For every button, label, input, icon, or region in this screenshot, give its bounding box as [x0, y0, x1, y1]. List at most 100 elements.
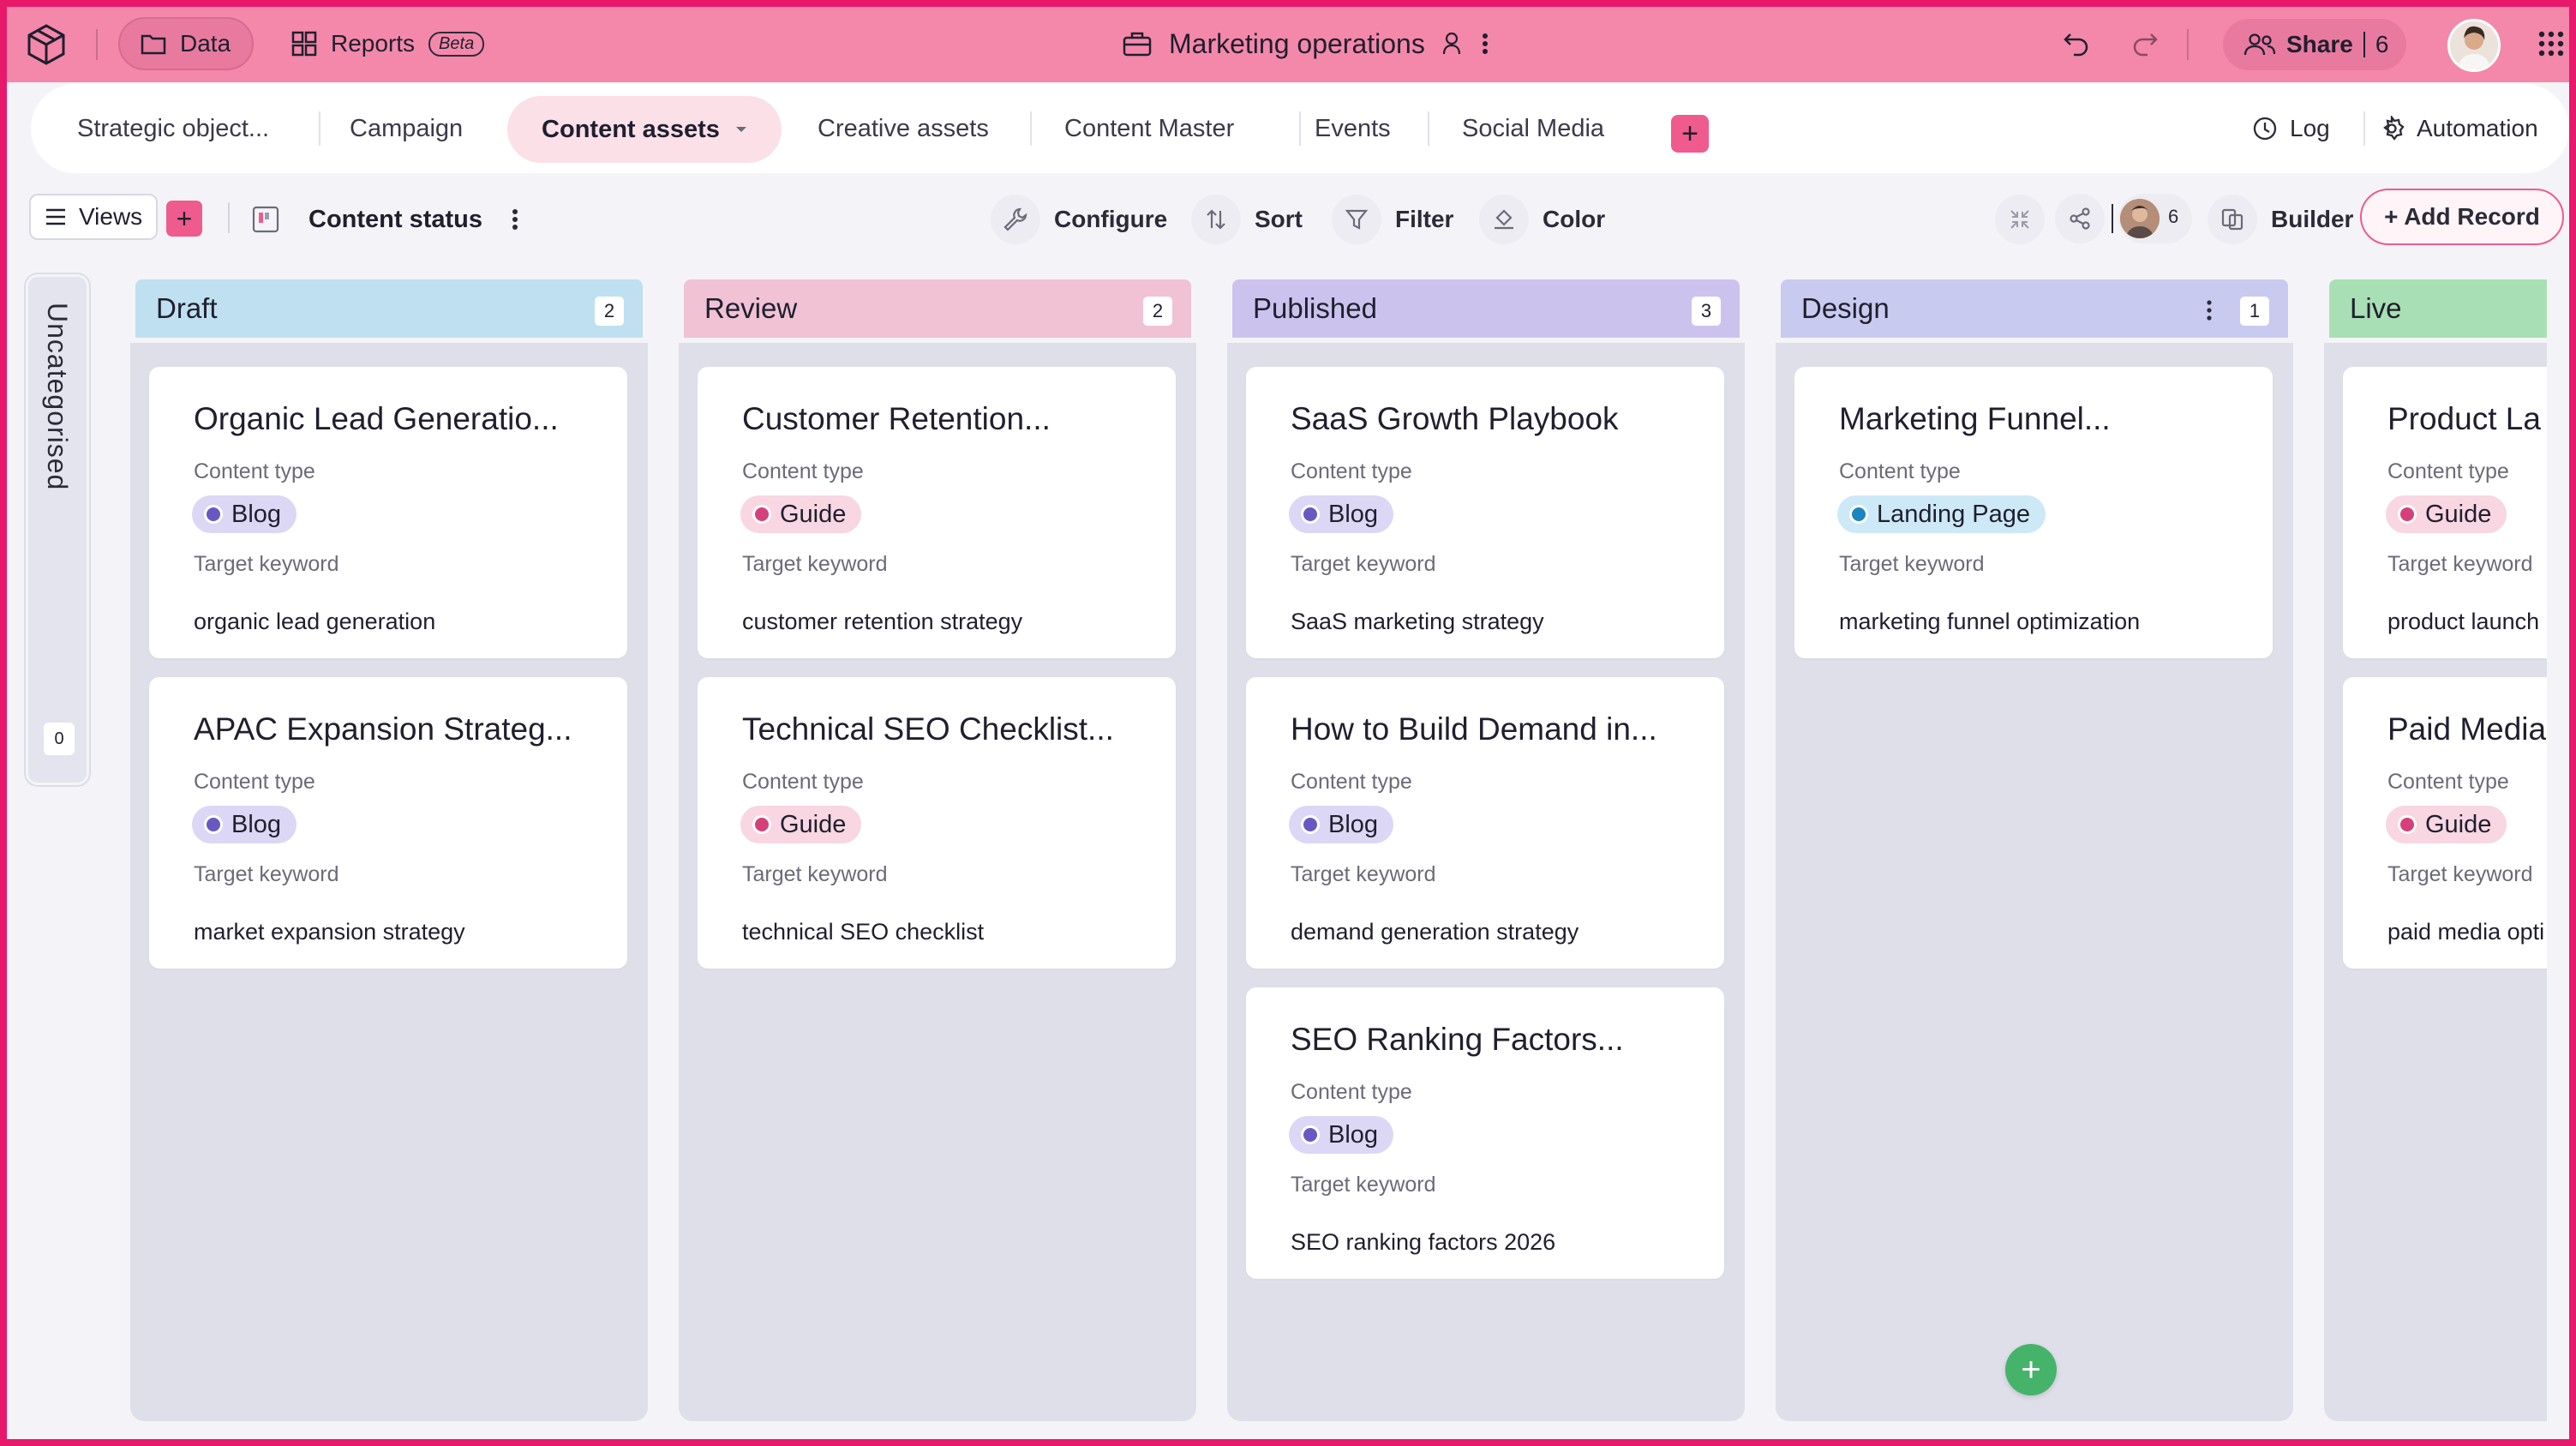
log-button[interactable]: Log — [2252, 84, 2330, 173]
status-column[interactable]: Design 1 Marketing Funnel... Content type La… — [1776, 274, 2293, 1421]
target-keyword-label: Target keyword — [742, 552, 888, 576]
current-view[interactable]: Content status — [252, 197, 518, 242]
status-column[interactable]: Published 3 SaaS Growth Playbook Content ty… — [1227, 274, 1745, 1421]
record-card[interactable]: APAC Expansion Strateg... Content type Blo… — [149, 677, 627, 969]
share-button[interactable]: Share 6 — [2223, 19, 2406, 70]
record-card[interactable]: SaaS Growth Playbook Content type Blog Targ… — [1246, 367, 1724, 658]
record-card[interactable]: SEO Ranking Factors... Content type Blog Ta… — [1246, 987, 1724, 1279]
color-button[interactable]: Color — [1479, 194, 1605, 245]
builder-icon — [2221, 208, 2244, 231]
views-label: Views — [79, 203, 143, 230]
collaborators[interactable]: 6 — [2055, 194, 2192, 245]
record-card[interactable]: How to Build Demand in... Content type Blo… — [1246, 677, 1724, 969]
content-type-badge: Blog — [192, 806, 297, 843]
filter-label: Filter — [1395, 206, 1454, 232]
status-column[interactable]: Draft 2 Organic Lead Generatio... Content t… — [130, 274, 648, 1421]
color-label: Color — [1543, 206, 1606, 232]
log-label: Log — [2290, 115, 2330, 141]
filter-icon — [1345, 209, 1369, 230]
record-card[interactable]: Technical SEO Checklist... Content type Gu… — [698, 677, 1176, 969]
nav-data-button[interactable]: Data — [118, 17, 254, 70]
compact-view-button[interactable] — [1995, 194, 2045, 245]
status-dot-icon — [1849, 505, 1868, 524]
content-type-value: Blog — [1328, 1120, 1379, 1149]
status-dot-icon — [2398, 815, 2417, 834]
apps-grid-icon[interactable] — [2538, 31, 2564, 57]
column-header[interactable]: Design 1 — [1776, 274, 2293, 343]
filter-button[interactable]: Filter — [1332, 194, 1453, 245]
status-column[interactable]: Live Product La Content type Guide Target ke… — [2324, 274, 2547, 1421]
tab-label: Content Master — [1064, 114, 1235, 142]
add-record-button[interactable]: + Add Record — [2360, 189, 2564, 245]
more-vertical-icon[interactable] — [2206, 298, 2213, 322]
column-header[interactable]: Review 2 — [679, 274, 1196, 343]
sort-label: Sort — [1255, 206, 1303, 232]
share-network-icon[interactable] — [2055, 194, 2105, 243]
user-avatar[interactable] — [2447, 19, 2501, 72]
tab-creative-assets[interactable]: Creative assets — [818, 84, 989, 173]
redo-icon[interactable] — [2130, 29, 2160, 58]
workspace-title[interactable]: Marketing operations — [1123, 17, 1489, 70]
caret-down-icon[interactable] — [735, 125, 747, 134]
status-dot-icon — [1301, 815, 1320, 834]
views-button[interactable]: Views — [29, 194, 158, 240]
undo-icon[interactable] — [2062, 29, 2091, 58]
column-header[interactable]: Draft 2 — [130, 274, 648, 343]
add-card-button[interactable]: + — [2005, 1344, 2057, 1395]
column-count: 3 — [1692, 297, 1721, 326]
content-type-value: Blog — [231, 500, 282, 528]
column-header[interactable]: Live — [2324, 274, 2547, 343]
target-keyword-value: paid media opti — [2387, 919, 2545, 945]
tab-social-media[interactable]: Social Media — [1462, 84, 1604, 173]
target-keyword-label: Target keyword — [1291, 552, 1436, 576]
builder-button[interactable]: Builder — [2208, 194, 2353, 245]
collaborator-avatar — [2120, 199, 2160, 238]
share-count: 6 — [2375, 31, 2389, 57]
uncategorised-column[interactable]: Uncategorised 0 — [26, 274, 89, 785]
app-logo-icon[interactable] — [26, 22, 67, 67]
column-count: 2 — [595, 297, 624, 326]
record-card[interactable]: Organic Lead Generatio... Content type Blo… — [149, 367, 627, 658]
content-type-badge: Guide — [740, 806, 862, 843]
status-dot-icon — [2398, 505, 2417, 524]
tab-content-assets[interactable]: Content assets — [507, 96, 782, 163]
record-card[interactable]: Paid Media Content type Guide Target keywor… — [2343, 677, 2547, 969]
content-type-value: Guide — [780, 500, 847, 528]
tab-events[interactable]: Events — [1315, 84, 1391, 173]
configure-button[interactable]: Configure — [991, 194, 1167, 245]
content-type-badge: Landing Page — [1837, 495, 2046, 533]
card-title: Customer Retention... — [742, 401, 1051, 436]
divider — [1428, 111, 1429, 146]
more-vertical-icon[interactable] — [1482, 32, 1489, 56]
record-card[interactable]: Product La Content type Guide Target keywor… — [2343, 367, 2547, 658]
briefcase-icon — [1123, 32, 1152, 57]
tab-label: Events — [1315, 114, 1391, 142]
add-view-button[interactable]: + — [166, 201, 202, 237]
tab-strategic-objectives[interactable]: Strategic object... — [77, 84, 269, 173]
content-type-label: Content type — [1839, 459, 1961, 483]
content-type-label: Content type — [2387, 459, 2509, 483]
divider — [1030, 111, 1032, 146]
target-keyword-value: SEO ranking factors 2026 — [1291, 1229, 1556, 1255]
user-settings-icon[interactable] — [1442, 32, 1465, 56]
sort-button[interactable]: Sort — [1191, 194, 1303, 245]
view-name: Content status — [309, 205, 482, 233]
add-table-button[interactable]: + — [1671, 115, 1709, 153]
folder-icon — [141, 34, 166, 55]
content-type-value: Guide — [2425, 500, 2492, 528]
nav-reports-button[interactable]: Reports Beta — [291, 17, 485, 70]
card-title: Marketing Funnel... — [1839, 401, 2111, 436]
automation-button[interactable]: Automation — [2379, 84, 2538, 173]
tab-label: Campaign — [350, 114, 464, 142]
content-type-value: Blog — [1328, 500, 1379, 528]
record-card[interactable]: Customer Retention... Content type Guide Ta… — [698, 367, 1176, 658]
target-keyword-label: Target keyword — [194, 552, 339, 576]
status-column[interactable]: Review 2 Customer Retention... Content type… — [679, 274, 1196, 1421]
column-header[interactable]: Published 3 — [1227, 274, 1745, 343]
more-vertical-icon[interactable] — [512, 207, 518, 231]
target-keyword-value: marketing funnel optimization — [1839, 609, 2141, 634]
record-card[interactable]: Marketing Funnel... Content type Landing P… — [1794, 367, 2273, 658]
tab-campaign[interactable]: Campaign — [350, 84, 463, 173]
tab-content-master[interactable]: Content Master — [1064, 84, 1234, 173]
target-keyword-label: Target keyword — [1839, 552, 1985, 576]
